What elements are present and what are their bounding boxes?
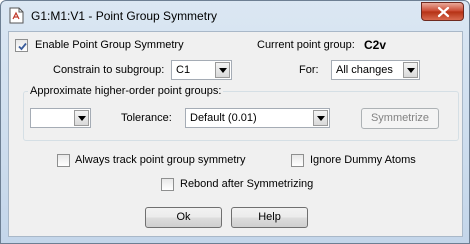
tolerance-label: Tolerance: [121, 112, 172, 124]
close-button[interactable] [421, 2, 464, 21]
tolerance-value: Default (0.01) [190, 112, 257, 124]
enable-point-group-label: Enable Point Group Symmetry [35, 39, 184, 51]
title-bar[interactable]: G1:M1:V1 - Point Group Symmetry [1, 1, 469, 31]
point-group-select[interactable] [30, 108, 91, 128]
rebond-label: Rebond after Symmetrizing [180, 178, 314, 190]
chevron-down-icon [313, 110, 328, 126]
current-point-group-label: Current point group: [257, 39, 355, 51]
always-track-checkbox[interactable] [57, 154, 70, 167]
symmetrize-button[interactable]: Symmetrize [361, 108, 439, 129]
window-title: G1:M1:V1 - Point Group Symmetry [31, 9, 218, 23]
checkmark-icon [18, 42, 27, 51]
enable-point-group-checkbox[interactable] [15, 39, 28, 52]
for-label: For: [299, 64, 319, 76]
chevron-down-icon [74, 110, 89, 126]
approx-group-label: Approximate higher-order point groups: [28, 85, 224, 97]
always-track-label: Always track point group symmetry [75, 154, 246, 166]
for-select[interactable]: All changes [331, 60, 420, 80]
constrain-subgroup-label: Constrain to subgroup: [53, 64, 165, 76]
rebond-checkbox[interactable] [161, 178, 174, 191]
constrain-subgroup-select[interactable]: C1 [171, 60, 232, 80]
for-value: All changes [336, 64, 393, 76]
close-icon [437, 6, 450, 18]
current-point-group-value: C2v [364, 38, 387, 52]
chevron-down-icon [403, 62, 418, 78]
ok-button[interactable]: Ok [145, 207, 222, 228]
document-icon [9, 7, 24, 24]
constrain-subgroup-value: C1 [176, 64, 191, 76]
ignore-dummy-label: Ignore Dummy Atoms [310, 154, 416, 166]
chevron-down-icon [215, 62, 230, 78]
ignore-dummy-checkbox[interactable] [291, 154, 304, 167]
help-button[interactable]: Help [231, 207, 308, 228]
tolerance-select[interactable]: Default (0.01) [185, 108, 330, 128]
dialog-window: G1:M1:V1 - Point Group Symmetry Enable P… [0, 0, 470, 244]
